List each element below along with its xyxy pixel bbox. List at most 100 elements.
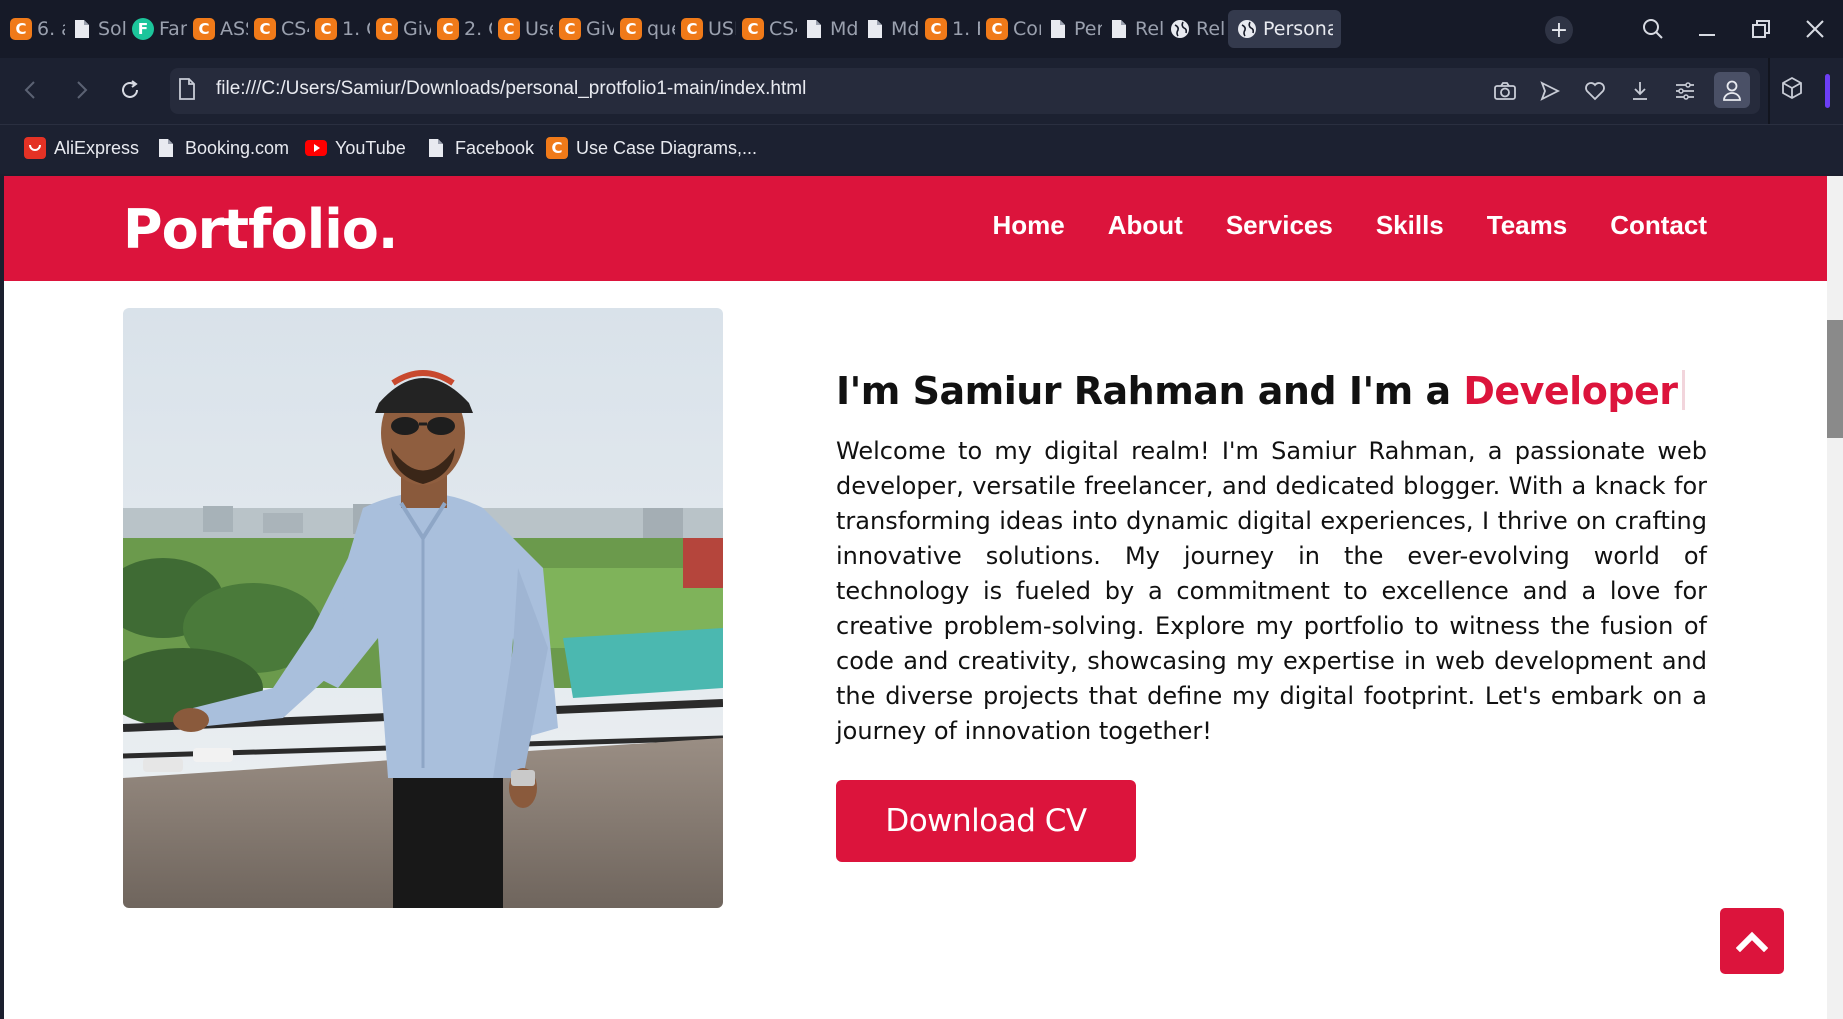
tab-label: ASS: [220, 18, 248, 40]
bookmark-use-case-diagrams[interactable]: C Use Case Diagrams,...: [546, 137, 757, 159]
tab[interactable]: C1. F: [917, 10, 980, 48]
bookmark-facebook[interactable]: Facebook: [425, 137, 534, 159]
tab[interactable]: CUSE: [673, 10, 736, 48]
sidebar-indicator: [1825, 74, 1830, 108]
back-button[interactable]: [14, 74, 46, 106]
c-icon: C: [546, 137, 568, 159]
page-scrollbar[interactable]: [1827, 176, 1843, 1019]
bookmark-label: YouTube: [335, 137, 406, 158]
f-icon: F: [132, 18, 154, 40]
easy-setup-icon[interactable]: [1670, 76, 1700, 106]
tab[interactable]: Sol: [63, 10, 126, 48]
extensions-icon[interactable]: [1781, 76, 1803, 104]
bookmark-label: Use Case Diagrams,...: [576, 137, 758, 158]
c-icon: C: [437, 18, 459, 40]
page-info-icon[interactable]: [178, 78, 196, 104]
toolbar-divider: [1768, 58, 1770, 124]
tab[interactable]: Rel: [1100, 10, 1163, 48]
tab-active[interactable]: Persona: [1228, 10, 1341, 48]
tab-label: Sol: [98, 18, 126, 40]
bookmark-youtube[interactable]: YouTube: [305, 137, 406, 159]
profile-photo: [123, 308, 723, 908]
doc-icon: [71, 18, 93, 40]
download-cv-button[interactable]: Download CV: [836, 780, 1136, 862]
camera-icon[interactable]: [1490, 76, 1520, 106]
tab[interactable]: CUse: [490, 10, 553, 48]
new-tab-button[interactable]: +: [1545, 16, 1573, 44]
tab-label: 1. G: [342, 18, 370, 40]
nav-about[interactable]: About: [1108, 210, 1183, 241]
headline-typed-role: Developer: [1463, 369, 1678, 413]
tab[interactable]: CCS4: [246, 10, 309, 48]
bookmark-label: AliExpress: [54, 137, 140, 158]
nav-services[interactable]: Services: [1226, 210, 1333, 241]
main-nav: Home About Services Skills Teams Contact: [993, 210, 1708, 241]
tab[interactable]: Rel: [1161, 10, 1224, 48]
tab[interactable]: Cque: [612, 10, 675, 48]
doc-icon: [1108, 18, 1130, 40]
tab[interactable]: CASS: [185, 10, 248, 48]
profile-icon[interactable]: [1714, 72, 1750, 108]
tab-label: Giv: [586, 18, 614, 40]
tab-label: Giv: [403, 18, 431, 40]
tab[interactable]: C Giv: [368, 10, 431, 48]
tab-label: Cor: [1013, 18, 1041, 40]
tab[interactable]: Per: [1039, 10, 1102, 48]
forward-button[interactable]: [66, 74, 98, 106]
site-logo[interactable]: Portfolio.: [123, 198, 398, 261]
tab-label: 1. F: [952, 18, 980, 40]
reload-button[interactable]: [114, 74, 146, 106]
url-text[interactable]: file:///C:/Users/Samiur/Downloads/person…: [216, 78, 806, 100]
c-icon: C: [986, 18, 1008, 40]
tab[interactable]: C2. G: [429, 10, 492, 48]
c-icon: C: [925, 18, 947, 40]
tab-label: Rel: [1135, 18, 1163, 40]
tab-label: Md: [830, 18, 858, 40]
nav-skills[interactable]: Skills: [1376, 210, 1444, 241]
tab[interactable]: F Fan: [124, 10, 187, 48]
hero-bio: Welcome to my digital realm! I'm Samiur …: [836, 437, 1707, 745]
search-tabs-icon[interactable]: [1636, 12, 1670, 46]
tab[interactable]: C Giv: [551, 10, 614, 48]
tab[interactable]: C6. a: [2, 10, 65, 48]
doc-icon: [803, 18, 825, 40]
globe-icon: [1236, 18, 1258, 40]
hero-headline: I'm Samiur Rahman and I'm a Developer: [836, 369, 1685, 413]
restore-icon[interactable]: [1744, 12, 1778, 46]
c-icon: C: [254, 18, 276, 40]
doc-icon: [1047, 18, 1069, 40]
bookmarks-bar: AliExpress Booking.com YouTube Facebook …: [0, 124, 1843, 174]
c-icon: C: [315, 18, 337, 40]
c-icon: C: [10, 18, 32, 40]
tab-label: Fan: [159, 18, 187, 40]
bookmark-label: Booking.com: [185, 137, 290, 158]
tab[interactable]: C1. G: [307, 10, 370, 48]
send-icon[interactable]: [1535, 76, 1565, 106]
nav-contact[interactable]: Contact: [1610, 210, 1707, 241]
nav-home[interactable]: Home: [993, 210, 1065, 241]
bookmark-aliexpress[interactable]: AliExpress: [24, 137, 139, 159]
headline-prefix: I'm Samiur Rahman and I'm a: [836, 369, 1464, 413]
heart-icon[interactable]: [1580, 76, 1610, 106]
page-viewport: Portfolio. Home About Services Skills Te…: [4, 176, 1827, 1019]
download-icon[interactable]: [1625, 76, 1655, 106]
tab[interactable]: Md: [856, 10, 919, 48]
tab[interactable]: CCor: [978, 10, 1041, 48]
tab[interactable]: Md: [795, 10, 858, 48]
tab-label: 6. a: [37, 18, 65, 40]
bookmark-label: Facebook: [455, 137, 535, 158]
bookmark-booking[interactable]: Booking.com: [155, 137, 289, 159]
nav-teams[interactable]: Teams: [1487, 210, 1567, 241]
tab-label: USE: [708, 18, 736, 40]
c-icon: C: [742, 18, 764, 40]
scroll-to-top-button[interactable]: [1720, 908, 1784, 974]
minimize-icon[interactable]: [1690, 12, 1724, 46]
site-header: Portfolio. Home About Services Skills Te…: [4, 176, 1827, 281]
close-icon[interactable]: [1798, 12, 1832, 46]
c-icon: C: [559, 18, 581, 40]
tab-label: Per: [1074, 18, 1102, 40]
tab[interactable]: CCS4: [734, 10, 797, 48]
c-icon: C: [193, 18, 215, 40]
tab-bar: C6. aSolFFanCASSCCS4C1. GCGivC2. GCUseCG…: [0, 0, 1843, 58]
scrollbar-thumb[interactable]: [1827, 320, 1843, 438]
